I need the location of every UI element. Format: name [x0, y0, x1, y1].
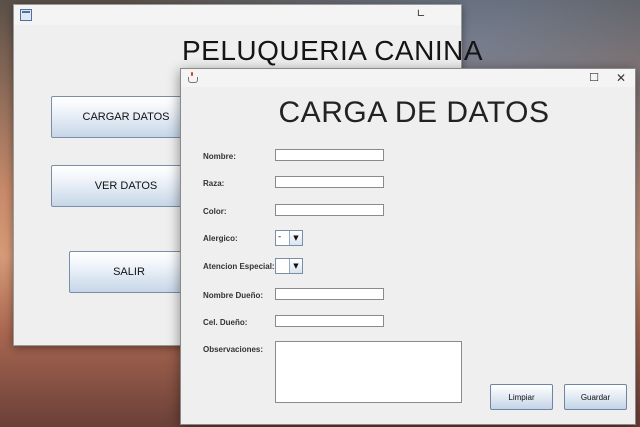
carga-datos-dialog: ☐ ✕ CARGA DE DATOS Nombre: Raza: Color: … [180, 68, 636, 425]
cel-duenio-label: Cel. Dueño: [203, 318, 248, 327]
atencion-especial-select[interactable]: ▼ [275, 258, 303, 274]
raza-label: Raza: [203, 179, 225, 188]
main-title: PELUQUERIA CANINA [181, 35, 484, 66]
observaciones-textarea[interactable] [275, 341, 462, 403]
minimize-icon[interactable]: ∟ [415, 7, 427, 21]
ver-datos-button[interactable]: VER DATOS [51, 165, 201, 207]
atencion-especial-label: Atencion Especial: [203, 262, 275, 271]
cel-duenio-field[interactable] [275, 315, 384, 327]
maximize-icon[interactable]: ☐ [587, 71, 601, 85]
app-window-icon [20, 9, 32, 21]
nombre-field[interactable] [275, 149, 384, 161]
alergico-value: - [278, 232, 282, 242]
salir-button[interactable]: SALIR [69, 251, 189, 293]
color-field[interactable] [275, 204, 384, 216]
dialog-title: CARGA DE DATOS [278, 96, 550, 129]
raza-field[interactable] [275, 176, 384, 188]
color-label: Color: [203, 207, 227, 216]
java-icon [187, 72, 198, 83]
nombre-duenio-field[interactable] [275, 288, 384, 300]
dialog-titlebar[interactable]: ☐ ✕ [181, 69, 635, 87]
main-titlebar[interactable]: ∟ [14, 5, 461, 25]
limpiar-button[interactable]: Limpiar [490, 384, 553, 410]
observaciones-label: Observaciones: [203, 345, 264, 354]
nombre-duenio-label: Nombre Dueño: [203, 291, 263, 300]
dropdown-arrow-icon[interactable]: ▼ [289, 231, 302, 245]
cargar-datos-button[interactable]: CARGAR DATOS [51, 96, 201, 138]
guardar-button[interactable]: Guardar [564, 384, 627, 410]
nombre-label: Nombre: [203, 152, 236, 161]
dropdown-arrow-icon[interactable]: ▼ [289, 259, 302, 273]
alergico-label: Alergico: [203, 234, 238, 243]
close-icon[interactable]: ✕ [614, 71, 628, 85]
alergico-select[interactable]: - ▼ [275, 230, 303, 246]
